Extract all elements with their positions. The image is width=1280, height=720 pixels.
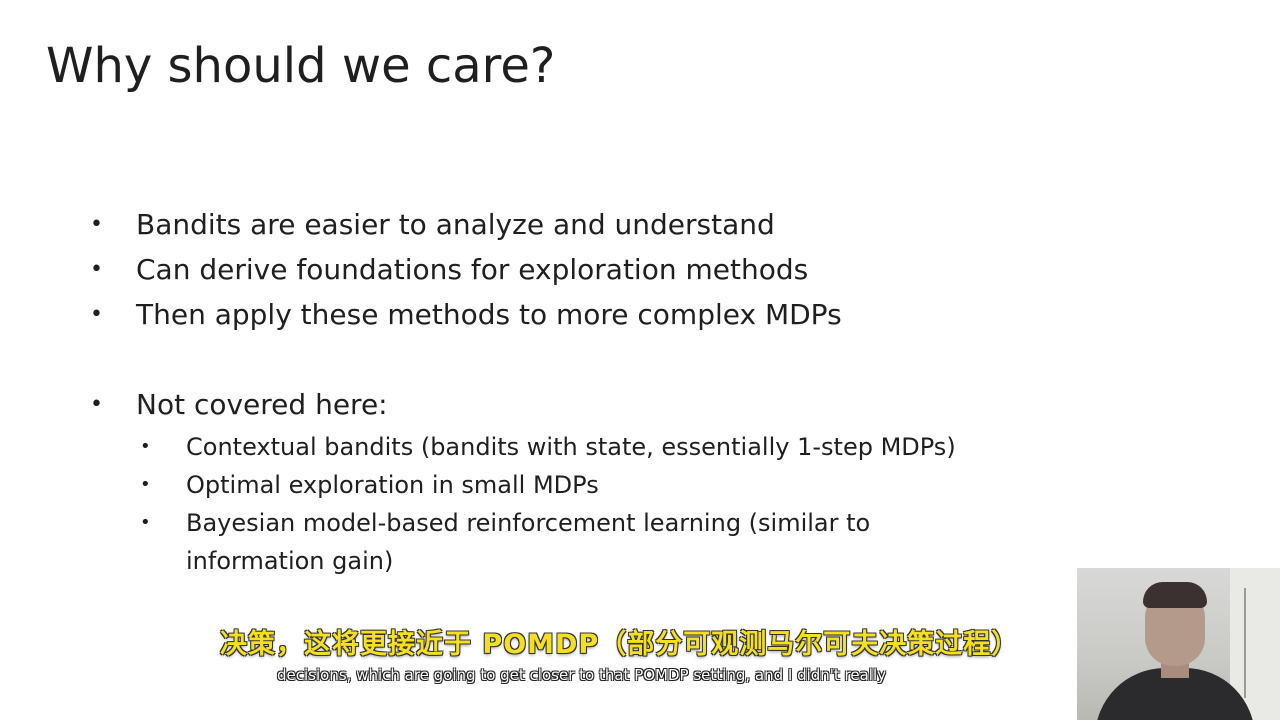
bullet-text: Not covered here: [136, 388, 388, 421]
sub-bullet-text: Optimal exploration in small MDPs [186, 471, 599, 499]
bullet-text: Then apply these methods to more complex… [136, 298, 842, 331]
sub-bullet-text: Contextual bandits (bandits with state, … [186, 433, 956, 461]
bullet-item: • Then apply these methods to more comple… [90, 298, 842, 331]
sub-bullet-item: • Bayesian model-based reinforcement lear… [140, 509, 870, 537]
sub-bullet-dot-icon: • [140, 436, 151, 457]
bullet-text: Can derive foundations for exploration m… [136, 253, 809, 286]
bullet-dot-icon: • [90, 302, 103, 327]
slide: Why should we care? • Bandits are easier … [0, 0, 1280, 720]
subtitle-chinese: 决策，这将更接近于 POMDP（部分可观测马尔可夫决策过程） [220, 629, 1020, 660]
sub-bullet-dot-icon: • [140, 474, 151, 495]
bullet-item: • Can derive foundations for exploration … [90, 253, 808, 286]
sub-bullet-dot-icon: • [140, 512, 151, 533]
sub-bullet-item: • Optimal exploration in small MDPs [140, 471, 599, 499]
bullet-item: • Bandits are easier to analyze and under… [90, 208, 775, 241]
bullet-dot-icon: • [90, 212, 103, 237]
sub-bullet-item: • Contextual bandits (bandits with state,… [140, 433, 956, 461]
bullet-text: Bandits are easier to analyze and unders… [136, 208, 775, 241]
presenter-webcam [1077, 568, 1280, 720]
bullet-item: • Not covered here: [90, 388, 388, 421]
subtitle-english: decisions, which are going to get closer… [277, 666, 887, 684]
bullet-dot-icon: • [90, 257, 103, 282]
bullet-dot-icon: • [90, 392, 103, 417]
sub-bullet-text: Bayesian model-based reinforcement learn… [186, 509, 871, 537]
sub-bullet-continuation: information gain) [186, 547, 394, 575]
